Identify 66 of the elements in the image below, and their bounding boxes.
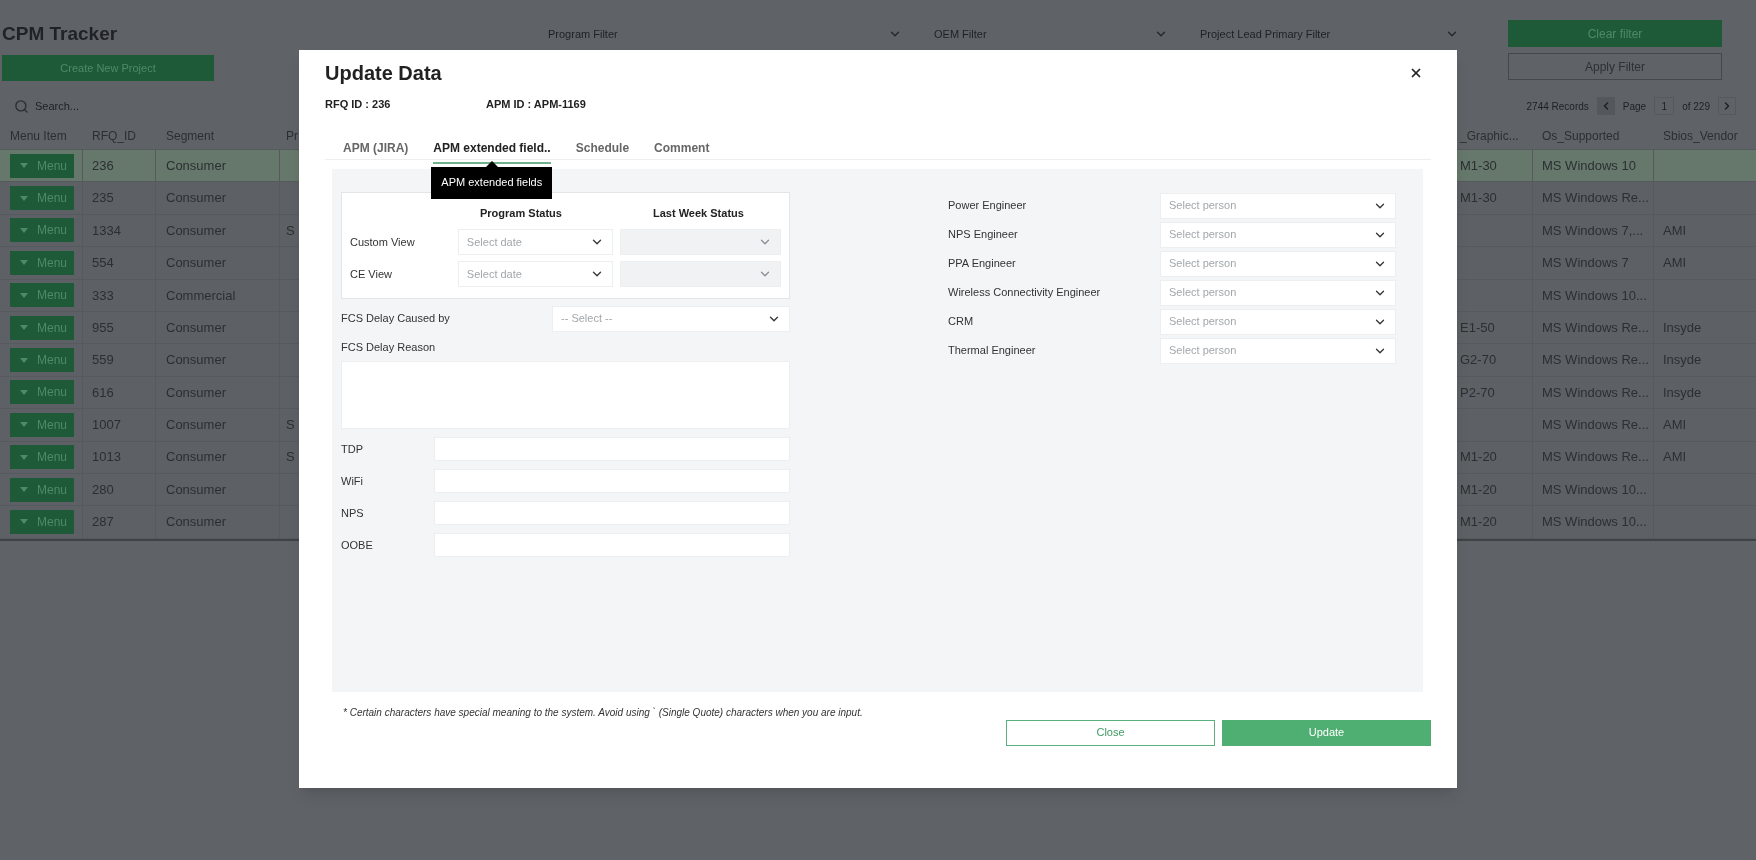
person-dropdown[interactable]: Select person (1160, 279, 1396, 306)
page-label: Page (1622, 99, 1647, 114)
update-button[interactable]: Update (1222, 719, 1431, 746)
person-dropdown[interactable]: Select person (1160, 192, 1396, 219)
caret-icon (20, 195, 28, 201)
person-dropdown[interactable]: Select person (1160, 250, 1396, 277)
table-cell-text: Consumer (166, 156, 226, 175)
caret-icon (20, 454, 28, 460)
caret-icon (20, 487, 28, 493)
field-label: Wireless Connectivity Engineer (948, 285, 1102, 301)
field-label: FCS Delay Reason (341, 339, 437, 355)
search-icon (14, 98, 29, 114)
person-dropdown[interactable]: Select person (1160, 337, 1396, 364)
caret-icon (20, 357, 28, 363)
date-dropdown[interactable]: Select date (457, 229, 614, 255)
close-button[interactable]: Close (1006, 719, 1215, 746)
table-cell-text: MS Windows 10 (1542, 156, 1636, 175)
caret-icon (20, 292, 28, 298)
tooltip-pointer-icon (485, 160, 498, 167)
row-label: CE View (350, 266, 393, 282)
caret-icon (20, 260, 28, 266)
note-text: * Certain characters have special meaning to the system. Avoid using ` (Single Quote) characters when you are input. (343, 705, 864, 720)
field-label: FCS Delay Caused by (341, 311, 450, 327)
field-label: PPA Engineer (948, 256, 1017, 272)
caret-icon (20, 163, 28, 169)
caret-icon (20, 422, 28, 428)
filter-dropdown[interactable]: Program Filter (536, 22, 906, 46)
field-label: WiFi (341, 473, 364, 489)
tab[interactable]: Schedule (575, 138, 630, 164)
person-dropdown[interactable]: Select person (1160, 221, 1396, 248)
page-number-field[interactable]: 1 (1654, 97, 1675, 115)
table-cell-text: M1-30 (1460, 156, 1497, 175)
filter-dropdown[interactable]: Project Lead Primary Filter (1188, 22, 1463, 46)
table-cell-text: 236 (92, 156, 114, 175)
column-header: Program Status (480, 207, 562, 220)
tab[interactable]: Comment (654, 138, 710, 164)
close-icon[interactable] (1409, 66, 1423, 80)
filter-dropdown[interactable]: OEM Filter (922, 22, 1172, 46)
tooltip: APM extended fields (431, 166, 553, 199)
page-total: of 229 (1682, 99, 1710, 114)
caret-icon (20, 227, 28, 233)
app-title: CPM Tracker (2, 22, 119, 46)
next-page-button[interactable] (1718, 97, 1736, 115)
delay-cause-dropdown[interactable]: -- Select -- (552, 305, 790, 332)
rfq-id: RFQ ID : 236 (325, 97, 392, 112)
caret-icon (20, 389, 28, 395)
previous-page-button[interactable] (1596, 97, 1615, 115)
person-dropdown[interactable]: Select person (1160, 308, 1396, 335)
field-label: CRM (948, 314, 975, 330)
caret-icon (20, 325, 28, 331)
apm-id: APM ID : APM-1169 (486, 97, 586, 112)
field-label: OOBE (341, 537, 374, 553)
column-header: Last Week Status (653, 207, 744, 220)
field-label: Power Engineer (948, 198, 1028, 214)
field-label: NPS (341, 505, 365, 521)
tab[interactable]: APM extended field.. (433, 138, 551, 164)
search-field[interactable]: Search... (14, 95, 214, 117)
date-dropdown[interactable]: Select date (457, 261, 614, 287)
field-label: TDP (341, 441, 364, 457)
tab[interactable]: APM (JIRA) (343, 138, 409, 164)
field-label: NPS Engineer (948, 227, 1019, 243)
dialog-title: Update Data (325, 61, 442, 86)
caret-icon (20, 519, 28, 525)
field-label: Thermal Engineer (948, 343, 1037, 359)
record-count: 2744 Records (1526, 99, 1589, 114)
row-label: Custom View (350, 234, 416, 250)
